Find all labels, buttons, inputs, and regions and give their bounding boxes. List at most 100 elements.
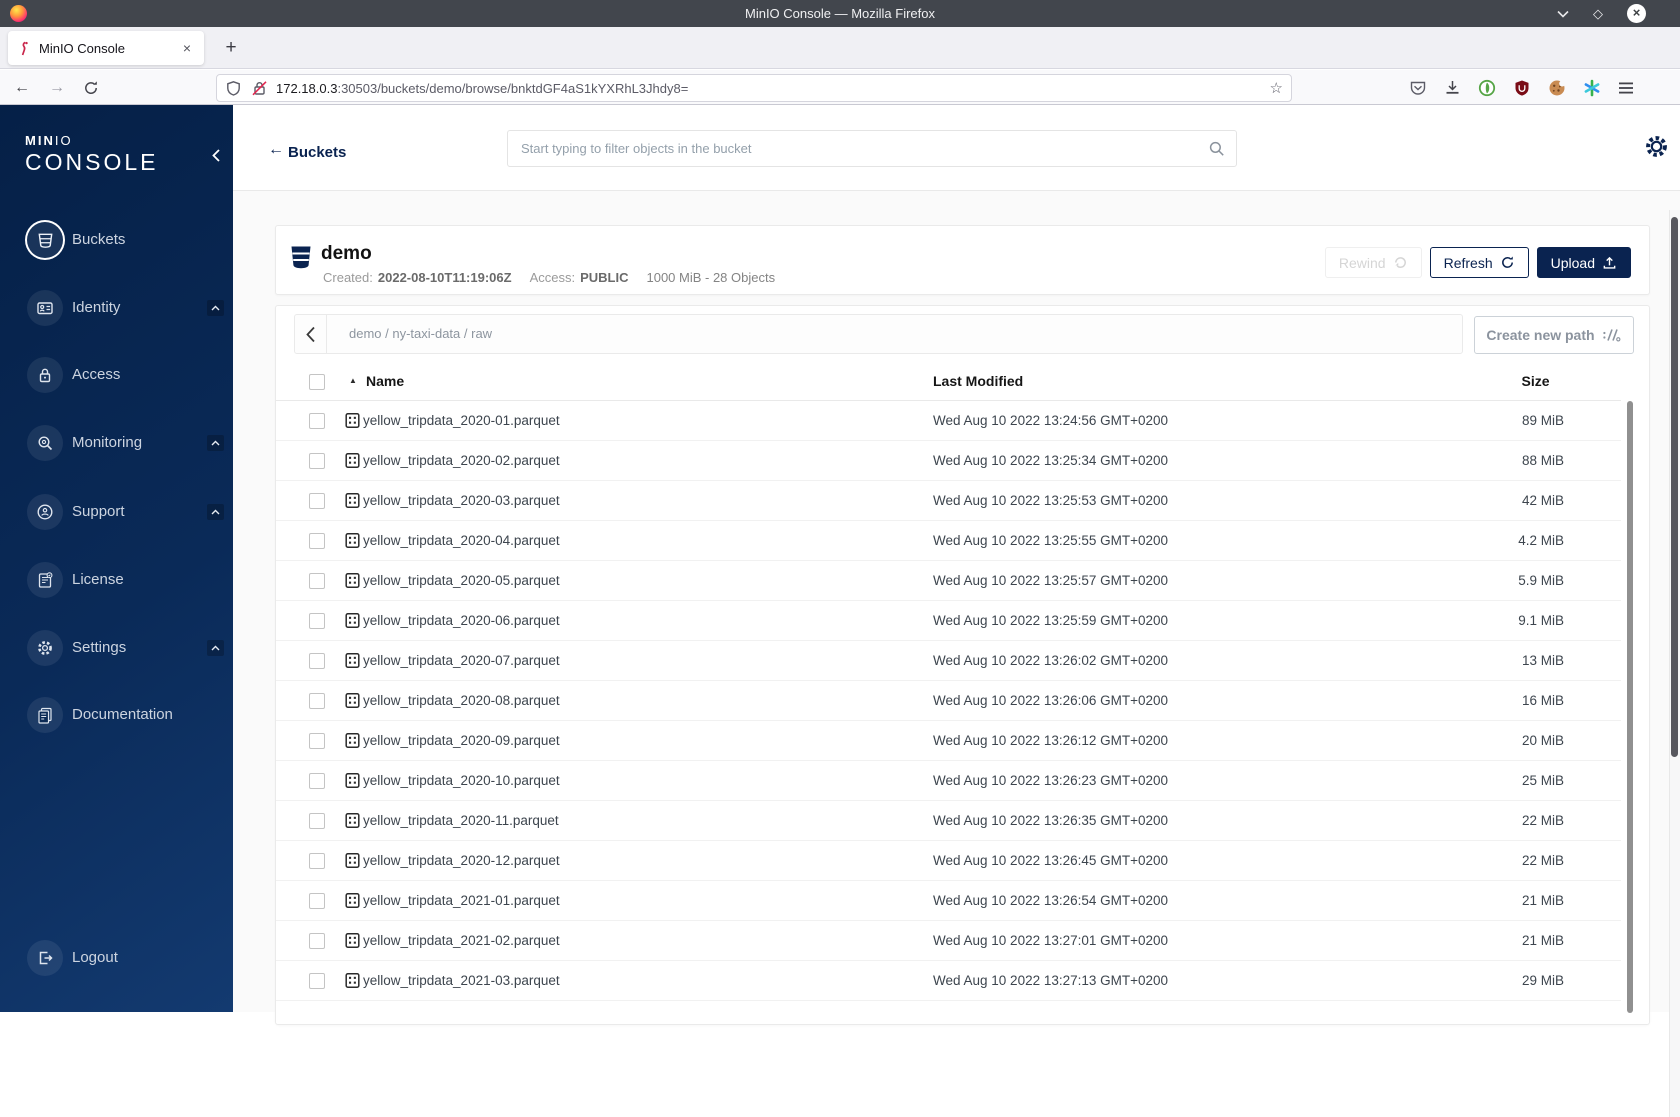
object-row[interactable]: yellow_tripdata_2020-12.parquet Wed Aug … (276, 841, 1621, 881)
page-scrollbar-thumb[interactable] (1671, 217, 1678, 757)
new-tab-button[interactable]: + (218, 35, 244, 61)
sidebar-item-logout[interactable]: Logout (0, 938, 233, 978)
column-header-size[interactable]: Size (1480, 361, 1591, 401)
row-checkbox[interactable] (309, 853, 325, 869)
row-checkbox[interactable] (309, 973, 325, 989)
buckets-back-link[interactable]: Buckets (288, 144, 346, 161)
object-name[interactable]: yellow_tripdata_2020-06.parquet (363, 601, 560, 641)
row-checkbox[interactable] (309, 613, 325, 629)
chevron-up-icon[interactable] (207, 435, 224, 451)
object-name[interactable]: yellow_tripdata_2021-02.parquet (363, 921, 560, 961)
back-arrow-icon[interactable]: ← (268, 141, 284, 159)
object-row[interactable]: yellow_tripdata_2020-10.parquet Wed Aug … (276, 761, 1621, 801)
sidebar-item-monitoring[interactable]: Monitoring (0, 423, 233, 463)
row-checkbox[interactable] (309, 693, 325, 709)
back-button[interactable]: ← (10, 76, 34, 100)
tab-close-icon[interactable]: × (180, 40, 194, 56)
row-checkbox[interactable] (309, 413, 325, 429)
object-name[interactable]: yellow_tripdata_2020-12.parquet (363, 841, 560, 881)
row-checkbox[interactable] (309, 653, 325, 669)
object-row[interactable]: yellow_tripdata_2020-08.parquet Wed Aug … (276, 681, 1621, 721)
row-checkbox[interactable] (309, 493, 325, 509)
select-all-checkbox[interactable] (309, 374, 325, 390)
object-name[interactable]: yellow_tripdata_2020-08.parquet (363, 681, 560, 721)
object-row[interactable]: yellow_tripdata_2020-11.parquet Wed Aug … (276, 801, 1621, 841)
object-name[interactable]: yellow_tripdata_2021-01.parquet (363, 881, 560, 921)
sort-ascending-icon[interactable]: ▲ (349, 376, 357, 385)
object-name[interactable]: yellow_tripdata_2020-04.parquet (363, 521, 560, 561)
reload-button[interactable] (79, 76, 103, 100)
object-row[interactable]: yellow_tripdata_2020-01.parquet Wed Aug … (276, 401, 1621, 441)
create-new-path-button[interactable]: Create new path (1474, 316, 1634, 354)
object-name[interactable]: yellow_tripdata_2020-07.parquet (363, 641, 560, 681)
object-row[interactable]: yellow_tripdata_2020-06.parquet Wed Aug … (276, 601, 1621, 641)
object-name[interactable]: yellow_tripdata_2020-10.parquet (363, 761, 560, 801)
rewind-button[interactable]: Rewind (1324, 247, 1422, 278)
object-row[interactable]: yellow_tripdata_2021-03.parquet Wed Aug … (276, 961, 1621, 1001)
row-checkbox[interactable] (309, 773, 325, 789)
object-row[interactable]: yellow_tripdata_2020-03.parquet Wed Aug … (276, 481, 1621, 521)
object-filter-search[interactable] (507, 130, 1237, 167)
chevron-up-icon[interactable] (207, 640, 224, 656)
upload-button[interactable]: Upload (1536, 247, 1631, 278)
sidebar-collapse-icon[interactable] (206, 145, 226, 165)
column-header-last-modified[interactable]: Last Modified (933, 361, 1023, 401)
object-name[interactable]: yellow_tripdata_2020-02.parquet (363, 441, 560, 481)
table-scrollbar-thumb[interactable] (1627, 401, 1633, 1013)
row-checkbox[interactable] (309, 533, 325, 549)
object-row[interactable]: yellow_tripdata_2021-01.parquet Wed Aug … (276, 881, 1621, 921)
extension-cookie-icon[interactable] (1548, 79, 1566, 97)
sidebar-item-identity[interactable]: Identity (0, 288, 233, 328)
breadcrumb-back-icon[interactable] (295, 315, 327, 353)
object-size: 13 MiB (1521, 653, 1564, 668)
extension-green-icon[interactable] (1478, 79, 1496, 97)
downloads-icon[interactable] (1444, 79, 1461, 96)
object-name[interactable]: yellow_tripdata_2020-11.parquet (363, 801, 559, 841)
search-input[interactable] (508, 131, 1236, 166)
extension-asterisk-icon[interactable] (1583, 79, 1601, 97)
chevron-up-icon[interactable] (207, 504, 224, 520)
menu-hamburger-icon[interactable] (1618, 81, 1634, 95)
url-text[interactable]: 172.18.0.3:30503/buckets/demo/browse/bnk… (276, 81, 1270, 96)
row-checkbox[interactable] (309, 893, 325, 909)
sidebar-item-documentation[interactable]: Documentation (0, 695, 233, 735)
row-checkbox[interactable] (309, 933, 325, 949)
object-name[interactable]: yellow_tripdata_2020-03.parquet (363, 481, 560, 521)
column-header-name[interactable]: Name (366, 361, 404, 401)
row-checkbox[interactable] (309, 733, 325, 749)
window-minimize-icon[interactable] (1557, 10, 1569, 18)
sidebar-item-buckets[interactable]: Buckets (0, 220, 233, 260)
object-row[interactable]: yellow_tripdata_2021-02.parquet Wed Aug … (276, 921, 1621, 961)
object-row[interactable]: yellow_tripdata_2020-09.parquet Wed Aug … (276, 721, 1621, 761)
pocket-icon[interactable] (1409, 79, 1427, 97)
object-name[interactable]: yellow_tripdata_2021-03.parquet (363, 961, 560, 1001)
object-row[interactable]: yellow_tripdata_2020-07.parquet Wed Aug … (276, 641, 1621, 681)
bookmark-star-icon[interactable]: ☆ (1270, 79, 1283, 97)
object-name[interactable]: yellow_tripdata_2020-09.parquet (363, 721, 560, 761)
url-bar[interactable]: 172.18.0.3:30503/buckets/demo/browse/bnk… (216, 74, 1292, 102)
sidebar-item-settings[interactable]: Settings (0, 628, 233, 668)
window-maximize-icon[interactable]: ◇ (1593, 0, 1603, 27)
row-checkbox[interactable] (309, 453, 325, 469)
sidebar-item-access[interactable]: Access (0, 355, 233, 395)
row-checkbox[interactable] (309, 813, 325, 829)
object-name[interactable]: yellow_tripdata_2020-01.parquet (363, 401, 560, 441)
window-close-icon[interactable]: × (1627, 4, 1646, 23)
extension-ublock-icon[interactable] (1513, 79, 1531, 97)
forward-button[interactable]: → (45, 76, 69, 100)
object-name[interactable]: yellow_tripdata_2020-05.parquet (363, 561, 560, 601)
breadcrumb[interactable]: demo / ny-taxi-data / raw (349, 315, 492, 353)
sidebar-item-support[interactable]: Support (0, 492, 233, 532)
insecure-lock-icon[interactable] (251, 80, 268, 97)
page-scrollbar[interactable] (1669, 210, 1680, 1117)
console-settings-gear-icon[interactable] (1643, 133, 1670, 160)
tracking-shield-icon[interactable] (225, 80, 242, 97)
sidebar-item-license[interactable]: License (0, 560, 233, 600)
row-checkbox[interactable] (309, 573, 325, 589)
chevron-up-icon[interactable] (207, 300, 224, 316)
refresh-button[interactable]: Refresh (1429, 247, 1529, 278)
object-row[interactable]: yellow_tripdata_2020-04.parquet Wed Aug … (276, 521, 1621, 561)
browser-tab[interactable]: MinIO Console × (8, 31, 204, 65)
object-row[interactable]: yellow_tripdata_2020-05.parquet Wed Aug … (276, 561, 1621, 601)
object-row[interactable]: yellow_tripdata_2020-02.parquet Wed Aug … (276, 441, 1621, 481)
